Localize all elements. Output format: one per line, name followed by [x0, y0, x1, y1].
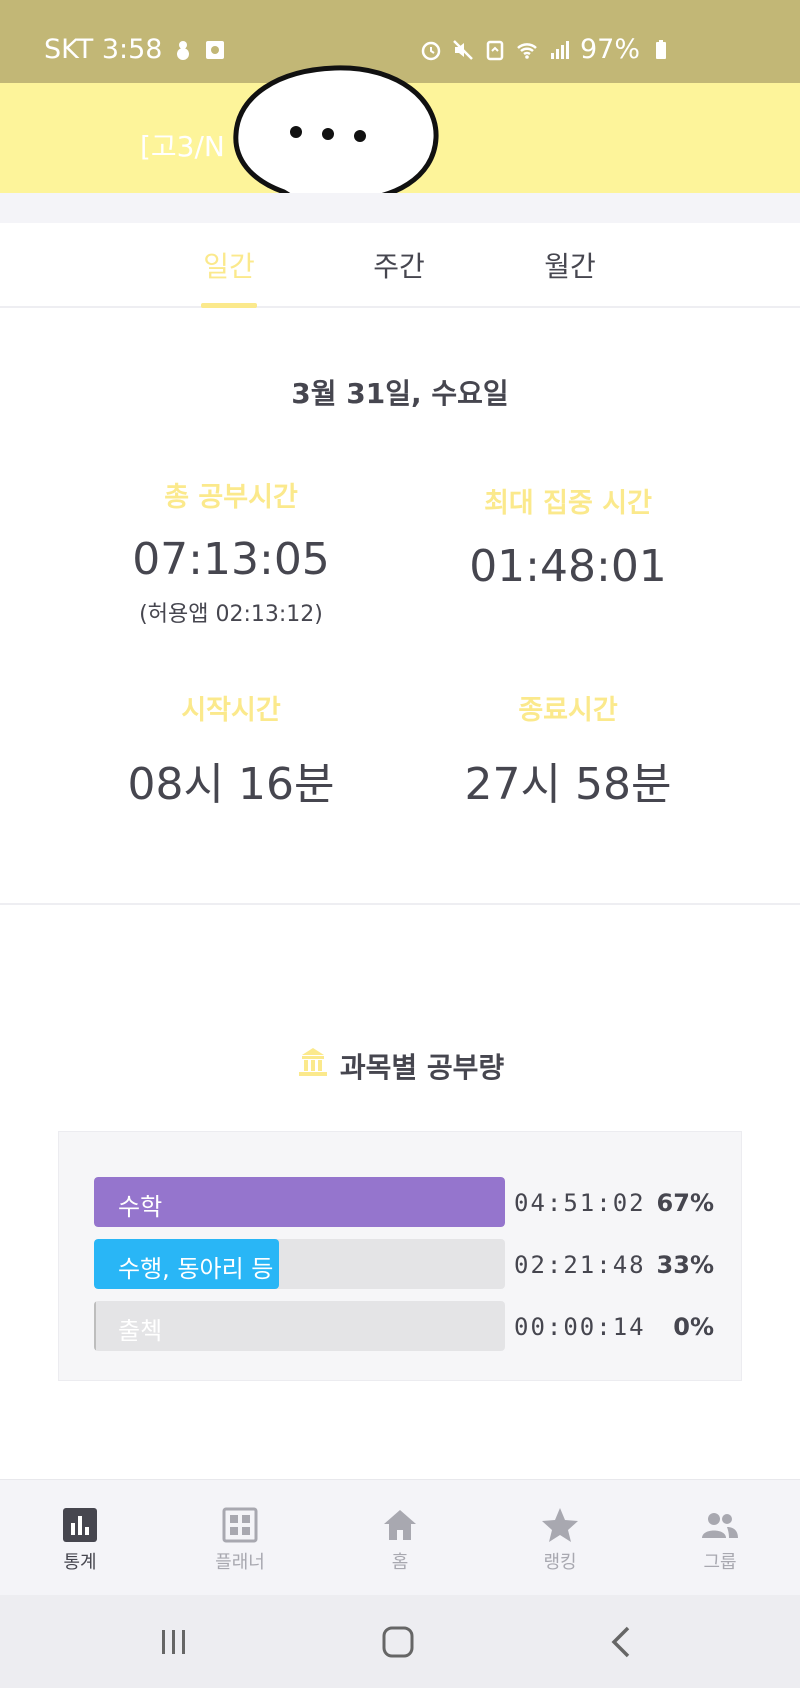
subject-row[interactable]: 수학 04:51:02 67% [94, 1177, 714, 1227]
period-tabs: 일간 주간 월간 [0, 223, 800, 308]
subject-name: 수행, 동아리 등 [118, 1255, 274, 1283]
wifi-icon [516, 39, 538, 61]
home-button-icon[interactable] [376, 1620, 420, 1664]
nav-label: 랭킹 [543, 1552, 577, 1573]
home-icon [384, 1510, 416, 1540]
subject-name: 출첵 [118, 1317, 163, 1345]
planner-icon [222, 1507, 258, 1543]
recycle-icon [484, 39, 506, 61]
nav-label: 홈 [391, 1552, 409, 1573]
allowed-app-time: (허용앱 02:13:12) [139, 602, 323, 627]
subject-time: 02:21:48 [514, 1251, 646, 1279]
subject-row[interactable]: 수행, 동아리 등 02:21:48 33% [94, 1239, 714, 1289]
group-icon [702, 1513, 738, 1538]
mute-icon [452, 39, 474, 61]
bottom-nav: 통계 플래너 홈 랭킹 그룹 [0, 1479, 800, 1595]
subject-bar-track: 출첵 [94, 1301, 505, 1351]
nav-group[interactable]: 그룹 [670, 1506, 770, 1574]
tab-active-indicator [201, 303, 257, 308]
battery-percent: 97% [580, 34, 641, 65]
subject-list: 수학 04:51:02 67% 수행, 동아리 등 02:21:48 33% 출… [58, 1131, 742, 1381]
status-bar-left: SKT 3:58 [44, 34, 226, 65]
snowman-icon [172, 39, 194, 61]
photo-icon [204, 39, 226, 61]
nav-ranking[interactable]: 랭킹 [510, 1506, 610, 1574]
nav-label: 그룹 [703, 1552, 737, 1573]
end-time-value: 27시 58분 [464, 759, 672, 810]
header-title: [고3/N [140, 130, 225, 163]
subject-bar-track: 수행, 동아리 등 [94, 1239, 505, 1289]
start-time-label: 시작시간 [181, 695, 281, 726]
start-time-value: 08시 16분 [127, 759, 335, 810]
stats-icon [63, 1508, 97, 1542]
stats-date: 3월 31일, 수요일 [291, 377, 509, 410]
school-icon [296, 1045, 330, 1086]
nav-label: 통계 [63, 1552, 97, 1573]
subject-percent: 67% [656, 1189, 714, 1217]
signal-icon [548, 39, 570, 61]
tab-daily[interactable]: 일간 [189, 245, 269, 285]
nav-home[interactable]: 홈 [350, 1506, 450, 1574]
subject-section-title: 과목별 공부량 [339, 1050, 505, 1084]
back-icon[interactable] [600, 1620, 644, 1664]
nav-planner[interactable]: 플래너 [190, 1506, 290, 1574]
carrier-time: SKT 3:58 [44, 34, 163, 65]
subject-percent: 0% [673, 1313, 714, 1341]
subject-time: 00:00:14 [514, 1313, 646, 1341]
section-divider [0, 903, 800, 905]
nav-label: 플래너 [215, 1552, 265, 1573]
recents-icon[interactable] [152, 1620, 196, 1664]
tab-monthly[interactable]: 월간 [530, 245, 610, 285]
status-bar-right: 97% [420, 34, 800, 65]
header-separator [0, 193, 800, 223]
max-focus-label: 최대 집중 시간 [484, 488, 652, 519]
end-time-label: 종료시간 [518, 695, 618, 726]
total-study-label: 총 공부시간 [164, 482, 298, 513]
battery-icon [650, 39, 672, 61]
max-focus-value: 01:48:01 [469, 541, 667, 592]
system-nav-bar [0, 1595, 800, 1688]
total-study-value: 07:13:05 [132, 534, 330, 585]
alarm-icon [420, 39, 442, 61]
subject-time: 04:51:02 [514, 1189, 646, 1217]
subject-percent: 33% [656, 1251, 714, 1279]
star-icon [542, 1508, 578, 1542]
subject-section-header: 과목별 공부량 [0, 1045, 800, 1086]
subject-bar-track: 수학 [94, 1177, 505, 1227]
subject-name: 수학 [118, 1193, 163, 1221]
subject-row[interactable]: 출첵 00:00:14 0% [94, 1301, 714, 1351]
tab-weekly[interactable]: 주간 [359, 245, 439, 285]
nav-stats[interactable]: 통계 [30, 1506, 130, 1574]
subject-bar-fill [94, 1301, 96, 1351]
